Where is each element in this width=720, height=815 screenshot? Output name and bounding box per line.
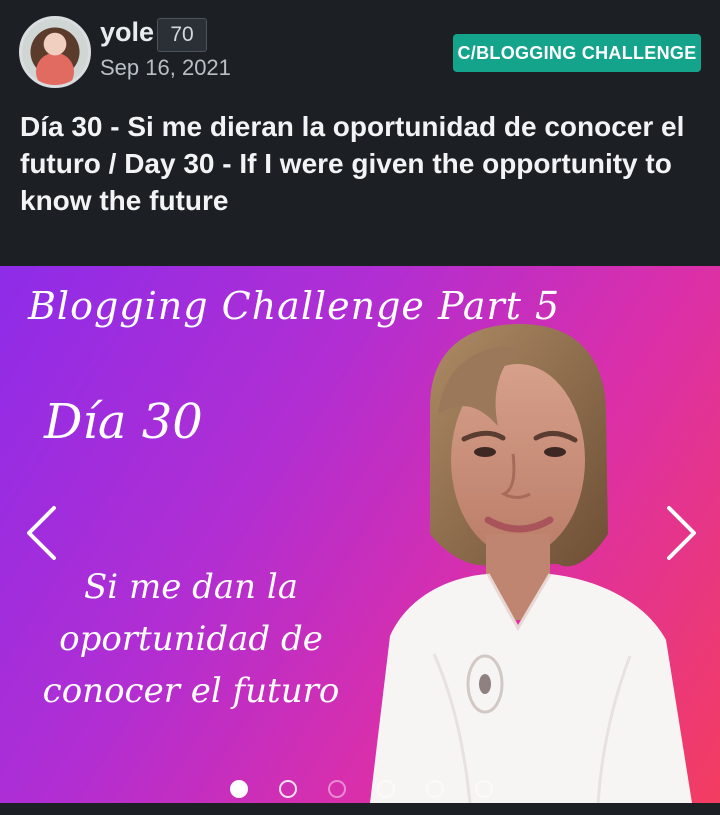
carousel-indicators	[0, 780, 720, 800]
slide-subtitle: Si me dan la oportunidad de conocer el f…	[42, 567, 340, 711]
carousel-dot-5[interactable]	[426, 780, 444, 798]
avatar[interactable]	[19, 16, 91, 88]
author-photo	[370, 324, 692, 803]
post-date: Sep 16, 2021	[100, 55, 231, 80]
reputation-badge: 70	[157, 18, 207, 52]
chevron-left-icon[interactable]	[24, 505, 60, 561]
carousel-dot-4[interactable]	[377, 780, 395, 798]
slide-headline: Blogging Challenge Part 5	[28, 284, 561, 328]
carousel-dot-2[interactable]	[279, 780, 297, 798]
image-carousel[interactable]: Blogging Challenge Part 5 Día 30 Si me d…	[0, 266, 720, 803]
chevron-right-icon[interactable]	[663, 505, 699, 561]
post-header: yole 70 Sep 16, 2021 C/BLOGGING CHALLENG…	[0, 0, 720, 92]
carousel-dot-3[interactable]	[328, 780, 346, 798]
slide-day-label: Día 30	[44, 394, 203, 450]
post-title[interactable]: Día 30 - Si me dieran la oportunidad de …	[20, 108, 710, 219]
carousel-dot-1[interactable]	[230, 780, 248, 798]
community-tag-button[interactable]: C/BLOGGING CHALLENGE	[453, 34, 701, 72]
username[interactable]: yole	[100, 17, 154, 48]
carousel-dot-6[interactable]	[475, 780, 493, 798]
